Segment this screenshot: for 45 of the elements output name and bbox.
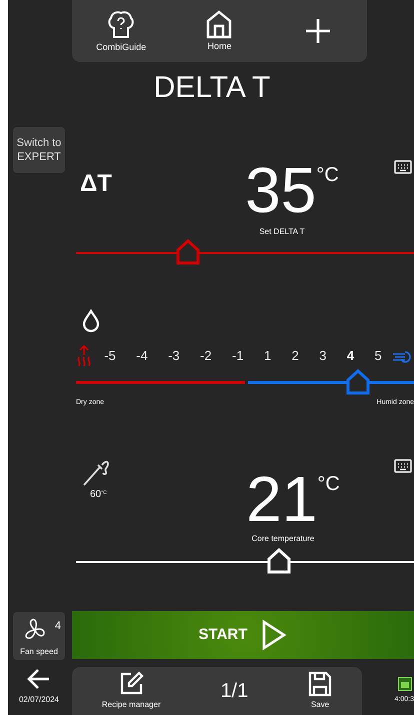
humidity-level-tick[interactable]: -1 <box>232 346 244 366</box>
network-icon <box>398 676 412 691</box>
start-button[interactable]: START <box>72 611 414 659</box>
probe-temperature: 60$^{°C}$ <box>90 488 107 502</box>
delta-t-unit: °C <box>316 163 339 188</box>
humidity-level-tick[interactable]: -3 <box>168 346 180 366</box>
fan-icon <box>23 618 47 642</box>
keyboard-icon[interactable] <box>394 160 412 174</box>
fan-speed-value: 4 <box>54 619 61 634</box>
delta-t-symbol: ΔT <box>80 169 113 199</box>
nav-button[interactable]: CombiGuide <box>81 3 162 59</box>
page-counter: 1/1 <box>220 679 248 704</box>
humidity-level-tick[interactable]: -4 <box>136 346 148 366</box>
keyboard-icon[interactable] <box>394 458 412 472</box>
humidity-level-tick[interactable]: 2 <box>292 346 299 366</box>
plus-icon <box>304 18 331 44</box>
core-temperature-value: 21 <box>246 466 318 530</box>
nav-button[interactable]: Home <box>179 3 260 59</box>
delta-t-value: 35 <box>245 158 316 222</box>
delta-t-caption: Set DELTA T <box>259 226 305 238</box>
humidity-level-tick[interactable]: 1 <box>264 346 272 366</box>
delta-t-slider[interactable] <box>76 239 414 265</box>
core-temperature-unit: °C <box>317 472 340 496</box>
fan-speed-button[interactable]: 4 Fan speed <box>13 612 65 660</box>
play-icon <box>261 619 288 651</box>
edit-icon <box>118 671 144 697</box>
humidity-level-tick[interactable]: 4 <box>346 346 354 366</box>
water-drop-icon <box>82 309 100 333</box>
save-icon <box>308 671 332 697</box>
save-button[interactable]: Save <box>308 671 332 711</box>
recipe-manager-button[interactable]: Recipe manager <box>102 671 161 711</box>
humidity-level-tick[interactable]: 5 <box>374 346 382 366</box>
core-temperature-caption: Core temperature <box>252 532 314 544</box>
home-icon <box>205 8 234 39</box>
slider-thumb[interactable] <box>176 239 200 265</box>
humidity-level-tick[interactable]: -2 <box>200 346 212 366</box>
back-button[interactable]: 02/07/2024 <box>18 668 60 706</box>
humidity-level-tick[interactable]: 3 <box>319 346 326 366</box>
mode-switch-button[interactable]: Switch to EXPERT <box>13 127 65 173</box>
fan-speed-label: Fan speed <box>20 646 58 658</box>
slider-thumb[interactable] <box>346 369 370 395</box>
humidity-level-tick[interactable]: -5 <box>104 346 116 366</box>
back-arrow-icon <box>26 668 51 690</box>
page-title: DELTA T <box>154 70 270 106</box>
core-temperature-slider[interactable] <box>76 548 414 574</box>
